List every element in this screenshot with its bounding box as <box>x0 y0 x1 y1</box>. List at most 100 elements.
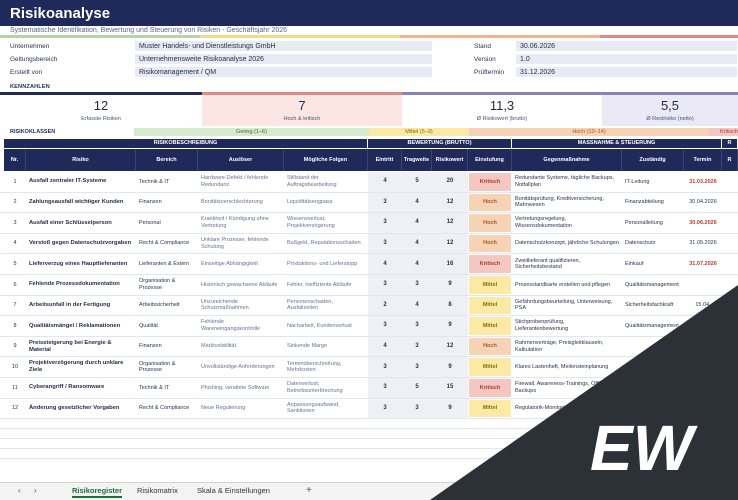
empty-row[interactable] <box>0 439 738 450</box>
cell-risk[interactable]: Zahlungsausfall wichtiger Kunden <box>26 193 136 213</box>
cell-score[interactable]: 15 <box>432 378 468 398</box>
cell-p[interactable]: 3 <box>368 357 402 377</box>
cell-area[interactable]: Technik & IT <box>136 378 198 398</box>
cell-area[interactable]: Recht & Compliance <box>136 234 198 254</box>
cell-level[interactable]: Kritisch <box>468 172 512 192</box>
cell-score[interactable]: 12 <box>432 192 468 213</box>
add-sheet-button[interactable]: + <box>306 485 312 496</box>
cell-owner[interactable] <box>622 337 684 357</box>
cell-score[interactable]: 8 <box>432 295 468 316</box>
cell-area[interactable]: Qualität <box>136 316 198 336</box>
cell-area[interactable]: Organisation & Prozesse <box>136 275 198 295</box>
cell-trigger[interactable]: Phishing, veraltete Software <box>198 378 284 398</box>
cell-consequence[interactable]: Terminüberschreitung, Mehrkosten <box>284 357 368 377</box>
cell-risk[interactable]: Projektverzögerung durch unklare Ziele <box>26 357 136 377</box>
cell-measure[interactable]: Zweitlieferant qualifizieren, Sicherheit… <box>512 254 622 274</box>
cell-consequence[interactable]: Liquiditätsengpass <box>284 193 368 213</box>
cell-i[interactable]: 3 <box>402 398 432 419</box>
scope-field[interactable]: Unternehmensweite Risikoanalyse 2026 <box>134 53 433 65</box>
cell-trigger[interactable]: Einseitige Abhängigkeit <box>198 254 284 274</box>
cell-date[interactable]: 31.05.2026 <box>684 234 722 254</box>
column-header[interactable]: Tragweite <box>402 149 432 171</box>
cell-risk[interactable]: Arbeitsunfall in der Fertigung <box>26 296 136 316</box>
cell-measure[interactable]: Bonitätsprüfung, Kreditversicherung, Mah… <box>512 193 622 213</box>
column-header[interactable]: Eintritt <box>368 149 402 171</box>
column-header[interactable]: Mögliche Folgen <box>284 149 368 171</box>
cell-area[interactable]: Technik & IT <box>136 172 198 192</box>
company-field[interactable]: Muster Handels- und Dienstleistungs GmbH <box>134 40 433 52</box>
tab-prev-button[interactable]: ‹ <box>18 486 21 495</box>
cell-trigger[interactable]: Bonitätsverschlechterung <box>198 193 284 213</box>
cell-measure[interactable]: Firewall, Awareness-Trainings, Offline-B… <box>512 378 622 398</box>
cell-date[interactable] <box>684 337 722 357</box>
cell-owner[interactable] <box>622 357 684 377</box>
table-row[interactable]: 1 Ausfall zentraler IT-Systeme Technik & I… <box>0 172 738 193</box>
cell-p[interactable]: 3 <box>368 233 402 254</box>
column-header[interactable]: R <box>722 149 738 171</box>
cell-risk[interactable]: Cyberangriff / Ransomware <box>26 378 136 398</box>
cell-consequence[interactable]: Produktions- und Lieferstopp <box>284 254 368 274</box>
cell-consequence[interactable]: Wissensverlust, Projektverzögerung <box>284 213 368 233</box>
cell-score[interactable]: 12 <box>432 336 468 357</box>
cell-nr[interactable]: 5 <box>4 254 26 274</box>
cell-score[interactable]: 16 <box>432 254 468 274</box>
cell-owner[interactable]: Personalleitung <box>622 213 684 233</box>
cell-owner[interactable]: Sicherheitsfachkraft <box>622 296 684 316</box>
tab-skala-einstellungen[interactable]: Skala & Einstellungen <box>197 486 270 495</box>
table-row[interactable]: 9 Preissteigerung bei Energie & Material F… <box>0 336 738 358</box>
cell-measure[interactable]: Datenschutzkonzept, jährliche Schulungen <box>512 234 622 254</box>
cell-i[interactable]: 4 <box>402 213 432 233</box>
cell-date[interactable] <box>684 316 722 336</box>
cell-i[interactable]: 5 <box>402 378 432 398</box>
cell-measure[interactable]: Redundante Systeme, tägliche Backups, No… <box>512 172 622 192</box>
cell-i[interactable]: 4 <box>402 192 432 213</box>
table-row[interactable]: 12 Änderung gesetzlicher Vorgaben Recht & … <box>0 398 738 420</box>
cell-owner[interactable] <box>622 378 684 398</box>
cell-owner[interactable]: Einkauf <box>622 254 684 274</box>
cell-nr[interactable]: 1 <box>4 172 26 192</box>
cell-trigger[interactable]: Hardware-Defekt / fehlende Redundanz <box>198 172 284 192</box>
cell-level[interactable]: Mittel <box>468 296 512 316</box>
cell-trigger[interactable]: Fehlende Wareneingangskontrolle <box>198 316 284 336</box>
cell-date[interactable]: 15.04. <box>684 296 722 316</box>
cell-level[interactable]: Mittel <box>468 357 512 377</box>
cell-date[interactable] <box>684 357 722 377</box>
cell-nr[interactable]: 10 <box>4 357 26 377</box>
cell-p[interactable]: 3 <box>368 192 402 213</box>
table-row[interactable]: 10 Projektverzögerung durch unklare Ziele… <box>0 357 738 378</box>
cell-measure[interactable]: Gefährdungsbeurteilung, Unterweisung, PS… <box>512 296 622 316</box>
cell-trigger[interactable]: Krankheit / Kündigung ohne Vertretung <box>198 213 284 233</box>
status-field[interactable]: 30.06.2026 <box>515 40 738 52</box>
table-row[interactable]: 8 Qualitätsmängel / Reklamationen Qualität… <box>0 316 738 337</box>
cell-i[interactable]: 3 <box>402 336 432 357</box>
column-header[interactable]: Gegenmaßnahme <box>512 149 622 171</box>
cell-consequence[interactable]: Bußgeld, Reputationsschaden <box>284 234 368 254</box>
table-row[interactable]: 11 Cyberangriff / Ransomware Technik & IT P… <box>0 378 738 399</box>
cell-owner[interactable]: Datenschutz <box>622 234 684 254</box>
cell-nr[interactable]: 4 <box>4 234 26 254</box>
cell-owner[interactable]: Qualitätsmanagement <box>622 275 684 295</box>
cell-area[interactable]: Organisation & Prozesse <box>136 357 198 377</box>
author-field[interactable]: Risikomanagement / QM <box>134 66 433 78</box>
cell-score[interactable]: 9 <box>432 275 468 295</box>
cell-level[interactable]: Mittel <box>468 316 512 336</box>
cell-area[interactable]: Personal <box>136 213 198 233</box>
cell-trigger[interactable]: Neue Regulierung <box>198 399 284 419</box>
cell-date[interactable] <box>684 275 722 295</box>
cell-nr[interactable]: 7 <box>4 296 26 316</box>
cell-date[interactable]: 30.06.2026 <box>684 213 722 233</box>
cell-nr[interactable]: 9 <box>4 337 26 357</box>
cell-p[interactable]: 4 <box>368 254 402 274</box>
cell-risk[interactable]: Fehlende Prozessdokumentation <box>26 275 136 295</box>
cell-date[interactable] <box>684 378 722 398</box>
table-row[interactable]: 2 Zahlungsausfall wichtiger Kunden Finanze… <box>0 192 738 214</box>
cell-consequence[interactable]: Fehler, ineffiziente Abläufe <box>284 275 368 295</box>
cell-trigger[interactable]: Marktvolatilität <box>198 337 284 357</box>
cell-nr[interactable]: 12 <box>4 399 26 419</box>
tab-risikomatrix[interactable]: Risikomatrix <box>137 486 178 495</box>
cell-i[interactable]: 4 <box>402 254 432 274</box>
column-header[interactable]: Auslöser <box>198 149 284 171</box>
cell-measure[interactable]: Prozesslandkarte erstellen und pflegen <box>512 275 622 295</box>
cell-area[interactable]: Arbeitssicherheit <box>136 296 198 316</box>
cell-trigger[interactable]: Unvollständige Anforderungen <box>198 357 284 377</box>
